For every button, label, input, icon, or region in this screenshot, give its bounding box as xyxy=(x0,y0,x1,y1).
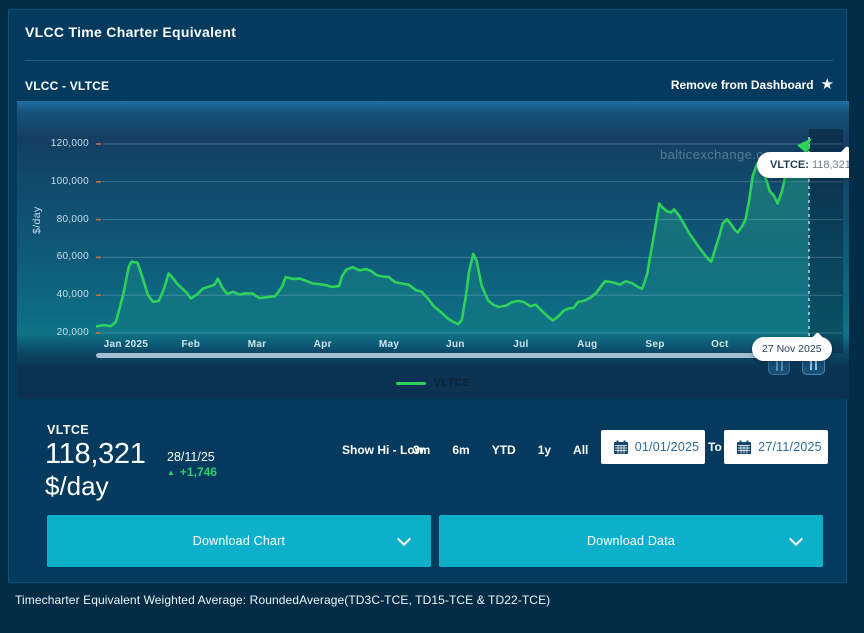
chart-scrollbar[interactable] xyxy=(96,353,773,358)
stat-latest-value: 118,321 xyxy=(45,438,146,470)
stat-date: 28/11/25 xyxy=(167,450,215,464)
show-hi-low-toggle[interactable]: Show Hi - Low xyxy=(342,443,424,457)
to-label: To xyxy=(708,440,722,454)
stat-unit: $/day xyxy=(45,471,109,501)
range-button-3m[interactable]: 3m xyxy=(413,443,430,457)
star-icon[interactable]: ★ xyxy=(821,77,834,92)
remove-from-dashboard-button[interactable]: Remove from Dashboard ★ xyxy=(671,77,834,92)
x-tick-jul: Jul xyxy=(513,339,529,350)
chevron-down-icon xyxy=(788,531,804,547)
y-tick-80000: 80,000 xyxy=(56,213,89,225)
y-tick-100000: 100,000 xyxy=(50,175,89,187)
remove-from-dashboard-label: Remove from Dashboard xyxy=(670,77,814,92)
chart-area: $/day 20,000 40,000 60,000 80,000 100,000 120… xyxy=(17,101,849,399)
download-data-label: Download Data xyxy=(586,534,676,548)
y-tick-20000: 20,000 xyxy=(56,327,89,338)
legend-item-vltce[interactable]: VLTCE xyxy=(17,377,849,389)
up-triangle-icon: ▲ xyxy=(167,467,175,477)
x-tick-apr: Apr xyxy=(313,339,332,350)
range-selector: 3m 6m YTD 1y All xyxy=(413,443,588,457)
range-button-1y[interactable]: 1y xyxy=(538,443,551,457)
date-to-value: 27/11/2025 xyxy=(758,440,822,454)
x-tick-jun: Jun xyxy=(446,339,465,350)
y-tick-120000: 120,000 xyxy=(50,138,89,149)
date-from-input[interactable]: 01/01/2025 xyxy=(601,430,705,464)
y-tick-40000: 40,000 xyxy=(56,289,89,301)
dashboard-page: VLCC Time Charter Equivalent VLCC - VLTC… xyxy=(0,0,864,633)
chevron-down-icon xyxy=(396,531,412,547)
chart-subtitle: VLCC - VLTCE xyxy=(25,79,110,93)
x-tick-sep: Sep xyxy=(645,339,665,350)
download-data-button[interactable]: Download Data xyxy=(439,515,823,567)
x-tick-mar: Mar xyxy=(247,339,267,350)
legend-label: VLTCE xyxy=(433,377,471,389)
range-button-all[interactable]: All xyxy=(573,443,588,457)
calendar-icon xyxy=(614,440,628,454)
stat-series-name: VLTCE xyxy=(47,423,90,437)
date-to-input[interactable]: 27/11/2025 xyxy=(724,430,828,464)
title-divider xyxy=(25,60,833,61)
plot-canvas[interactable] xyxy=(96,129,842,351)
page-title: VLCC Time Charter Equivalent xyxy=(25,24,237,40)
calendar-icon xyxy=(737,440,751,454)
tooltip-series-label: VLTCE: xyxy=(770,159,809,171)
download-chart-label: Download Chart xyxy=(192,534,286,548)
stat-change: ▲ +1,746 xyxy=(167,465,217,479)
x-tick-oct: Oct xyxy=(711,339,729,350)
download-chart-button[interactable]: Download Chart xyxy=(47,515,431,567)
x-tick-aug: Aug xyxy=(577,339,598,350)
x-tick-jan-2025: Jan 2025 xyxy=(103,339,149,350)
x-tick-feb: Feb xyxy=(181,339,201,350)
tooltip-value: 118,321 xyxy=(811,159,849,171)
value-tooltip: VLTCE: 118,321 xyxy=(757,152,849,178)
widget-panel: VLCC Time Charter Equivalent VLCC - VLTC… xyxy=(8,9,849,583)
date-from-value: 01/01/2025 xyxy=(634,440,700,454)
range-button-ytd[interactable]: YTD xyxy=(492,443,516,457)
cursor-date-tooltip: 27 Nov 2025 xyxy=(752,337,832,361)
footnote: Timecharter Equivalent Weighted Average:… xyxy=(15,593,551,607)
x-tick-may: May xyxy=(378,339,400,350)
stat-change-value: +1,746 xyxy=(179,465,217,479)
y-tick-60000: 60,000 xyxy=(56,251,89,263)
range-button-6m[interactable]: 6m xyxy=(452,443,469,457)
legend-swatch xyxy=(395,381,426,385)
